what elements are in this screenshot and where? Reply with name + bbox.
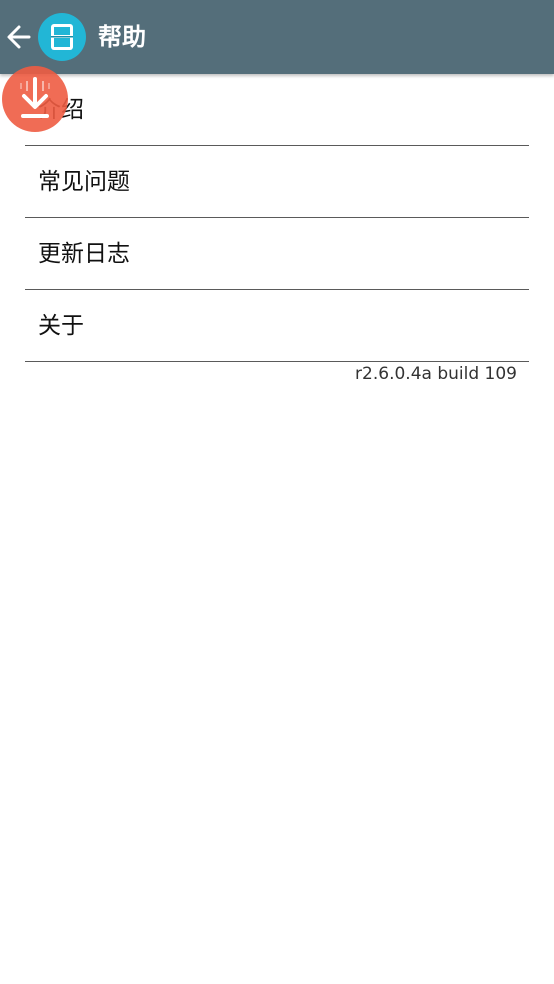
help-menu-list: 介绍 常见问题 更新日志 关于 bbox=[25, 74, 529, 362]
menu-item-label: 常见问题 bbox=[38, 169, 130, 195]
back-button[interactable] bbox=[4, 20, 34, 54]
app-logo bbox=[38, 13, 86, 61]
version-text: r2.6.0.4a build 109 bbox=[355, 364, 517, 384]
menu-item-about[interactable]: 关于 bbox=[25, 290, 529, 362]
page-title: 帮助 bbox=[98, 23, 146, 51]
arrow-back-icon bbox=[7, 25, 31, 49]
menu-item-label: 更新日志 bbox=[38, 241, 130, 267]
menu-item-faq[interactable]: 常见问题 bbox=[25, 146, 529, 218]
handheld-console-icon bbox=[51, 24, 73, 50]
app-bar: 帮助 bbox=[0, 0, 554, 74]
download-icon bbox=[20, 77, 50, 118]
menu-item-changelog[interactable]: 更新日志 bbox=[25, 218, 529, 290]
menu-item-intro[interactable]: 介绍 bbox=[25, 74, 529, 146]
menu-item-label: 关于 bbox=[38, 313, 84, 339]
download-floating-button[interactable] bbox=[2, 66, 68, 132]
